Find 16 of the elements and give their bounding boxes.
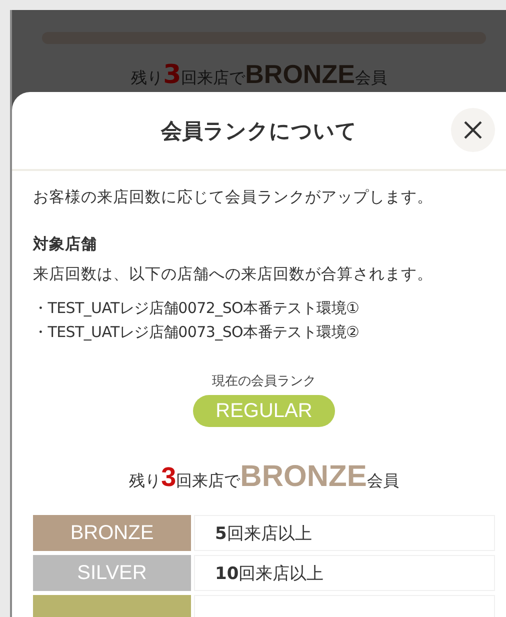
store-item: ・TEST_UATレジ店舗0073_SO本番テスト環境②: [33, 322, 360, 343]
modal-title: 会員ランクについて: [161, 118, 357, 144]
rank-name-cell: SILVER: [33, 555, 191, 591]
store-item: ・TEST_UATレジ店舗0072_SO本番テスト環境①: [33, 298, 360, 319]
current-rank-label: 現在の会員ランク: [212, 373, 316, 391]
section-heading: 対象店舗: [33, 234, 98, 255]
rank-name-cell: BRONZE: [33, 515, 191, 551]
remaining-visits-text: 残り 3回来店でBRONZE会員: [130, 60, 388, 92]
close-icon: [463, 120, 483, 140]
section-text: 来店回数は、以下の店舗への来店回数が合算されます。: [33, 264, 434, 285]
rank-requirement-cell: 5回来店以上: [194, 515, 495, 551]
intro-text: お客様の来店回数に応じて会員ランクがアップします。: [33, 187, 434, 208]
remaining-visits-text: 残り 3回来店でBRONZE会員: [129, 460, 399, 495]
current-rank-badge: REGULAR: [193, 395, 335, 427]
close-button[interactable]: [451, 108, 495, 152]
rank-requirement-cell: 10回来店以上: [194, 555, 495, 591]
